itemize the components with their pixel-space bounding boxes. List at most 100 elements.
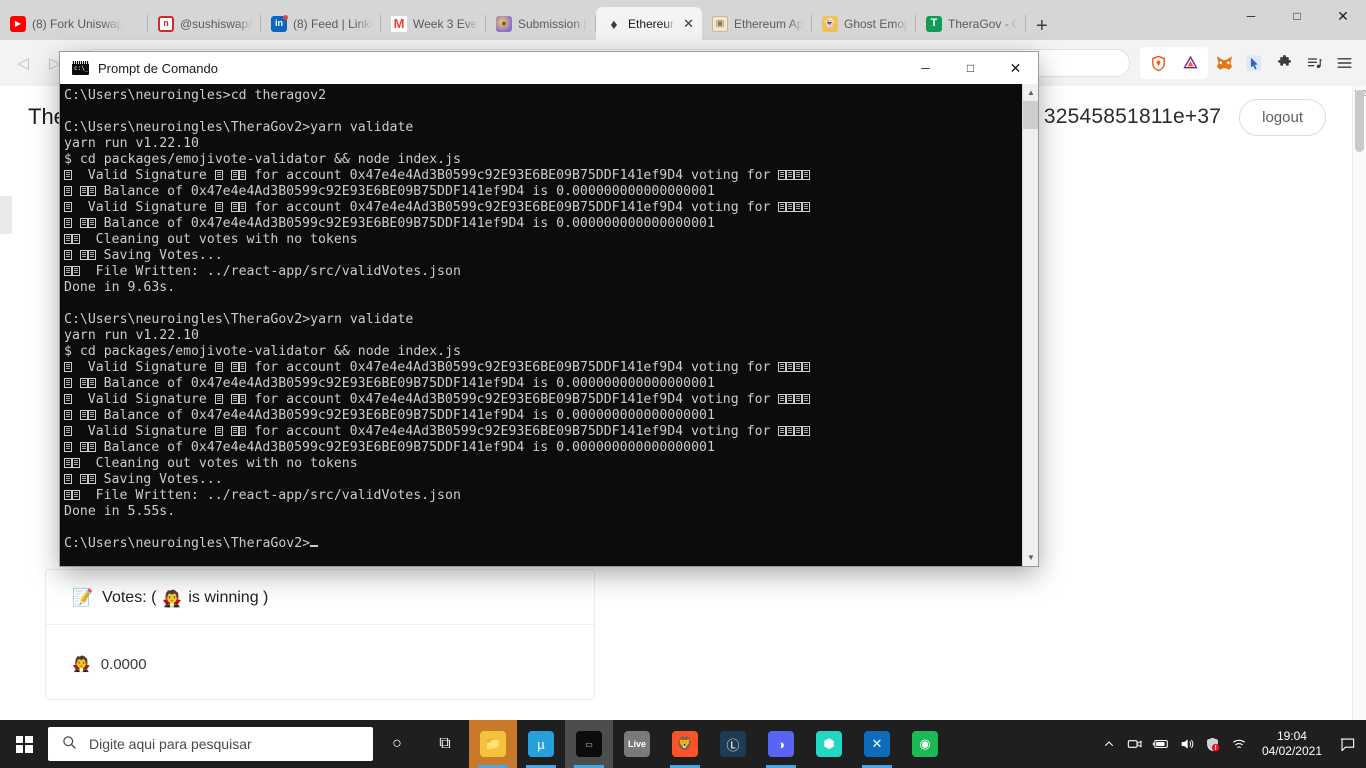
browser-minimize-button[interactable]: ─ [1228,0,1274,32]
taskbar-file-explorer-button[interactable]: 📁 [469,720,517,768]
browser-tab-4[interactable]: ● Submission | Ma [486,7,596,40]
cmd-minimize-button[interactable]: ─ [903,52,948,84]
browser-tab-label: Ethereum Ap [628,16,676,31]
missing-glyph-icon [64,426,72,436]
browser-close-button[interactable]: ✕ [1320,0,1366,32]
taskbar-live-button[interactable]: Live [613,720,661,768]
votes-label-suffix: is winning ) [188,589,269,606]
terminal-line: Saving Votes... [64,248,1038,264]
missing-glyph-icon [230,362,239,372]
taskbar-utorrent-button[interactable]: µ [517,720,565,768]
brave-shield-icon[interactable] [1144,49,1172,77]
missing-glyph-icon [778,362,787,372]
terminal-line: C:\Users\neuroingles\TheraGov2>yarn vali… [64,120,414,135]
missing-glyph-icon [802,426,810,436]
webcam-icon[interactable] [1122,720,1148,768]
browser-tab-6[interactable]: ▣ Ethereum App [702,7,812,40]
bat-rewards-icon[interactable] [1176,49,1204,77]
missing-glyph-icon [786,394,795,404]
docs-icon: T [926,15,942,32]
screen: ▶ (8) Fork Uniswap n @sushiswap/sdk in (8) Fe… [0,0,1366,768]
cmd-close-button[interactable]: ✕ [993,52,1038,84]
taskbar-brave-button[interactable]: 🦁 [661,720,709,768]
browser-menu-icon[interactable] [1330,49,1358,77]
missing-glyph-icon [778,202,787,212]
taskbar-discord-button[interactable]: ◑ [757,720,805,768]
missing-glyph-icon [64,394,72,404]
cmd-maximize-button[interactable]: □ [948,52,993,84]
taskbar-task-view-button[interactable]: ⧉ [421,720,469,768]
playlist-icon[interactable] [1300,49,1328,77]
missing-glyph-icon [214,394,223,404]
metamask-fox-icon[interactable] [1210,49,1238,77]
missing-glyph-icon [79,186,88,196]
taskbar-league-of-legends-button[interactable]: Ⓛ [709,720,757,768]
browser-maximize-button[interactable]: □ [1274,0,1320,32]
missing-glyph-icon [230,202,239,212]
terminal-line: Valid Signature for account 0x47e4e4Ad3B… [64,424,1038,440]
missing-glyph-icon [64,234,72,244]
cursor-extension-icon[interactable] [1240,49,1268,77]
missing-glyph-icon [64,170,72,180]
missing-glyph-icon [238,394,247,404]
back-button[interactable]: ◁ [8,48,38,78]
security-alert-icon[interactable] [1200,720,1226,768]
command-prompt-window[interactable]: Prompt de Comando ─ □ ✕ C:\Users\neuroin… [60,52,1038,566]
browser-tab-7[interactable]: 👻 Ghost Emoji [812,7,916,40]
terminal-text: C:\Users\neuroingles>cd theragov2 C:\User… [62,88,1038,552]
terminal-line: Balance of 0x47e4e4Ad3B0599c92E93E6BE09B… [64,440,1038,456]
extensions-puzzle-icon[interactable] [1270,49,1298,77]
missing-glyph-icon [802,170,810,180]
ethereum-icon: ♦ [610,15,618,32]
taskbar-clock[interactable]: 19:04 04/02/2021 [1252,729,1332,759]
terminal-line: Valid Signature for account 0x47e4e4Ad3B… [64,168,1038,184]
browser-tab-label: (8) Fork Uniswap [32,16,124,31]
command-prompt-title-bar[interactable]: Prompt de Comando ─ □ ✕ [60,52,1038,84]
missing-glyph-icon [794,202,803,212]
page-scrollbar-thumb[interactable] [1355,90,1364,152]
terminal-line: C:\Users\neuroingles\TheraGov2> [64,536,1038,552]
terminal-scrollbar[interactable]: ▲ ▼ [1022,84,1038,566]
command-prompt-icon: ▭ [576,731,602,757]
new-tab-button[interactable]: + [1026,16,1058,40]
browser-tab-3[interactable]: M Week 3 Events, F [381,7,486,40]
taskbar-command-prompt-button[interactable]: ▭ [565,720,613,768]
browser-tab-0[interactable]: ▶ (8) Fork Uniswap [0,7,148,40]
missing-glyph-icon [794,394,803,404]
terminal-line: C:\Users\neuroingles\TheraGov2>yarn vali… [64,312,414,327]
npm-icon: n [158,15,174,32]
browser-tab-8[interactable]: T TheraGov - Goog [916,7,1026,40]
volume-icon[interactable] [1174,720,1200,768]
show-hidden-icons-button[interactable] [1096,720,1122,768]
terminal-line: Valid Signature for account 0x47e4e4Ad3B… [64,360,1038,376]
vote-amount: 0.0000 [100,655,147,673]
wifi-icon[interactable] [1226,720,1252,768]
taskbar-hardhat-cube-button[interactable]: ⬢ [805,720,853,768]
missing-glyph-icon [786,426,795,436]
taskbar-vscode-button[interactable]: ✕ [853,720,901,768]
start-button[interactable] [0,720,48,768]
missing-glyph-icon [71,490,80,500]
tab-close-icon[interactable]: ✕ [683,16,694,32]
terminal-scrollbar-thumb[interactable] [1023,101,1038,129]
battery-icon[interactable] [1148,720,1174,768]
taskbar-search-box[interactable]: Digite aqui para pesquisar [48,727,373,761]
terminal-scroll-up-arrow[interactable]: ▲ [1023,84,1038,101]
logout-button[interactable]: logout [1239,98,1326,136]
file-explorer-icon: 📁 [480,731,506,757]
browser-tab-1[interactable]: n @sushiswap/sdk [148,7,261,40]
terminal-scroll-down-arrow[interactable]: ▼ [1023,549,1038,566]
page-scrollbar[interactable]: \u25b2 [1352,86,1366,720]
vote-option-icon: 🧛 [72,655,91,673]
browser-tab-5[interactable]: ♦ Ethereum Ap ✕ [596,7,702,40]
missing-glyph-icon [238,362,247,372]
taskbar-cortana-button[interactable]: ○ [373,720,421,768]
missing-glyph-icon [802,202,810,212]
taskbar-spotify-button[interactable]: ◉ [901,720,949,768]
action-center-button[interactable] [1332,720,1362,768]
terminal-output-area[interactable]: C:\Users\neuroingles>cd theragov2 C:\User… [60,84,1038,566]
browser-tab-2[interactable]: in (8) Feed | LinkedI [261,7,381,40]
token-balance: 32545851811e+37 [1043,105,1222,128]
